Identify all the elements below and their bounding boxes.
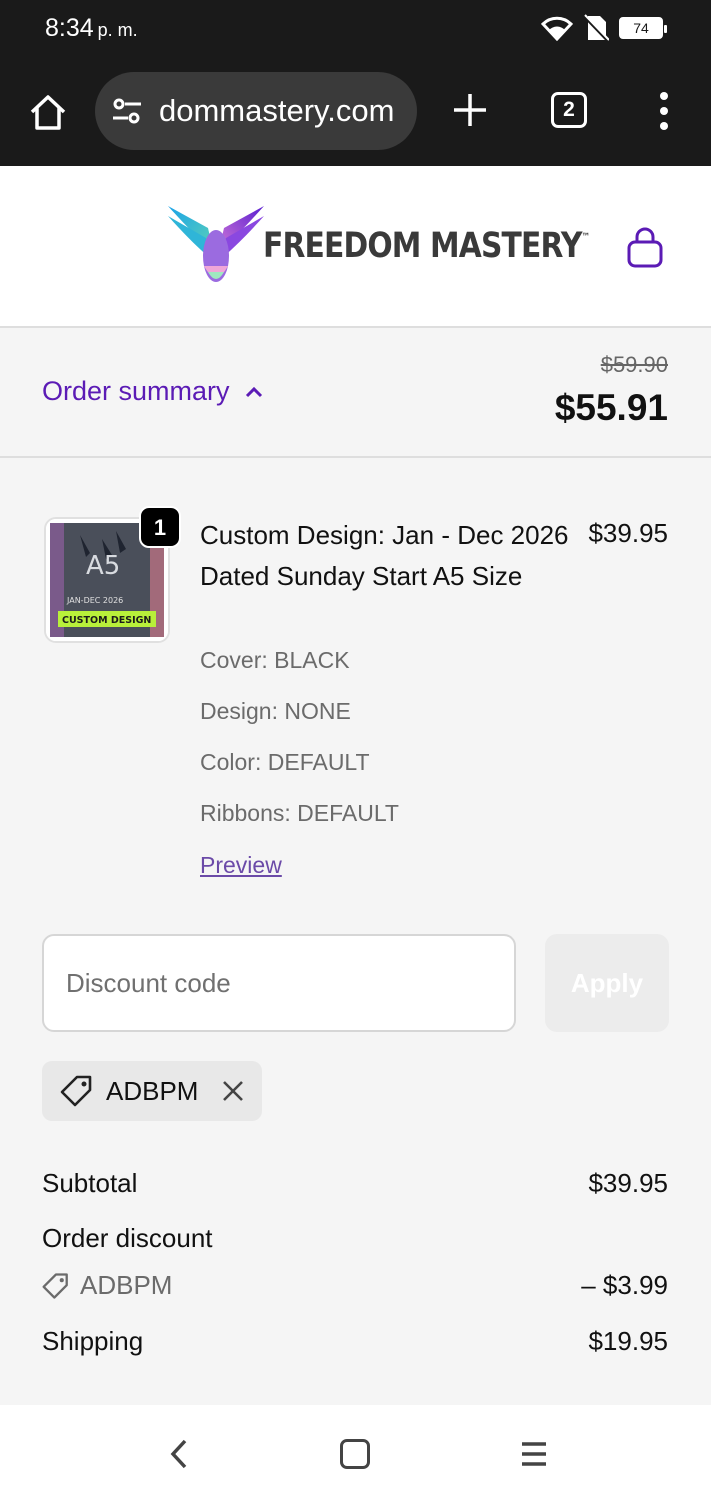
more-menu-icon[interactable] [652, 90, 676, 132]
order-summary-label: Order summary [42, 376, 230, 406]
applied-discount-code: ADBPM [106, 1075, 199, 1106]
original-total: $59.90 [600, 352, 668, 377]
tab-switcher-button[interactable]: 2 [551, 92, 587, 128]
apply-discount-button[interactable]: Apply [545, 934, 669, 1032]
battery-icon: 74 [619, 17, 667, 39]
site-settings-icon[interactable] [111, 96, 143, 126]
chevron-up-icon [245, 386, 262, 397]
shipping-value: $19.95 [588, 1326, 668, 1356]
url-text: dommastery.com [159, 93, 395, 128]
status-bar: 8:34 p. m. 74 [0, 0, 711, 62]
order-summary-header[interactable]: Order summary $59.90 $55.91 [0, 330, 711, 458]
trademark-symbol: ™ [581, 232, 590, 243]
attribute-ribbons: Ribbons: DEFAULT [200, 800, 399, 826]
order-discount-value: – $3.99 [581, 1270, 668, 1300]
back-icon[interactable] [165, 1437, 193, 1471]
status-icons: 74 [541, 14, 667, 42]
order-discount-label: Order discount [42, 1223, 213, 1253]
no-sim-icon [583, 14, 609, 42]
order-total: $55.91 [554, 387, 668, 428]
tag-icon [42, 1272, 68, 1299]
new-tab-icon[interactable] [450, 90, 490, 130]
recents-icon[interactable] [520, 1439, 548, 1469]
discount-code-input[interactable] [42, 934, 516, 1032]
order-summary-toggle[interactable]: Order summary [42, 376, 264, 407]
wifi-icon [541, 16, 573, 41]
shopping-bag-icon[interactable] [623, 226, 667, 270]
thumbnail-range-text: JAN-DEC 2026 [66, 596, 123, 605]
attribute-cover: Cover: BLACK [200, 647, 350, 673]
shipping-label: Shipping [42, 1326, 144, 1356]
home-icon[interactable] [26, 90, 70, 134]
subtotal-value: $39.95 [588, 1168, 668, 1198]
address-bar[interactable]: dommastery.com [95, 72, 417, 150]
order-discount-code: ADBPM [80, 1270, 173, 1300]
system-navigation-bar [0, 1405, 711, 1500]
brand-name: FREEDOM MASTERY™ [263, 226, 590, 266]
status-time: 8:34 p. m. [45, 14, 138, 43]
status-clock: 8:34 [45, 14, 94, 42]
brand-name-text: FREEDOM MASTERY [263, 226, 582, 266]
remove-discount-icon[interactable] [220, 1078, 246, 1104]
thumbnail-size-text: A5 [86, 551, 120, 581]
preview-link[interactable]: Preview [200, 852, 282, 879]
attribute-design: Design: NONE [200, 698, 351, 724]
browser-toolbar: dommastery.com 2 [0, 62, 711, 166]
status-ampm: p. m. [97, 20, 138, 40]
quantity-badge: 1 [139, 506, 181, 548]
thumbnail-tag-text: CUSTOM DESIGN [62, 615, 151, 626]
attribute-color: Color: DEFAULT [200, 749, 370, 775]
order-discount-code-row: ADBPM [42, 1270, 172, 1301]
product-price: $39.95 [588, 518, 668, 548]
home-nav-icon[interactable] [340, 1439, 370, 1469]
site-header: FREEDOM MASTERY™ [0, 166, 711, 328]
subtotal-label: Subtotal [42, 1168, 138, 1198]
product-title: Custom Design: Jan - Dec 2026 Dated Sund… [200, 520, 569, 591]
brand-logo-icon[interactable] [166, 206, 266, 286]
applied-discount-chip: ADBPM [42, 1061, 262, 1121]
tag-icon [60, 1075, 92, 1107]
